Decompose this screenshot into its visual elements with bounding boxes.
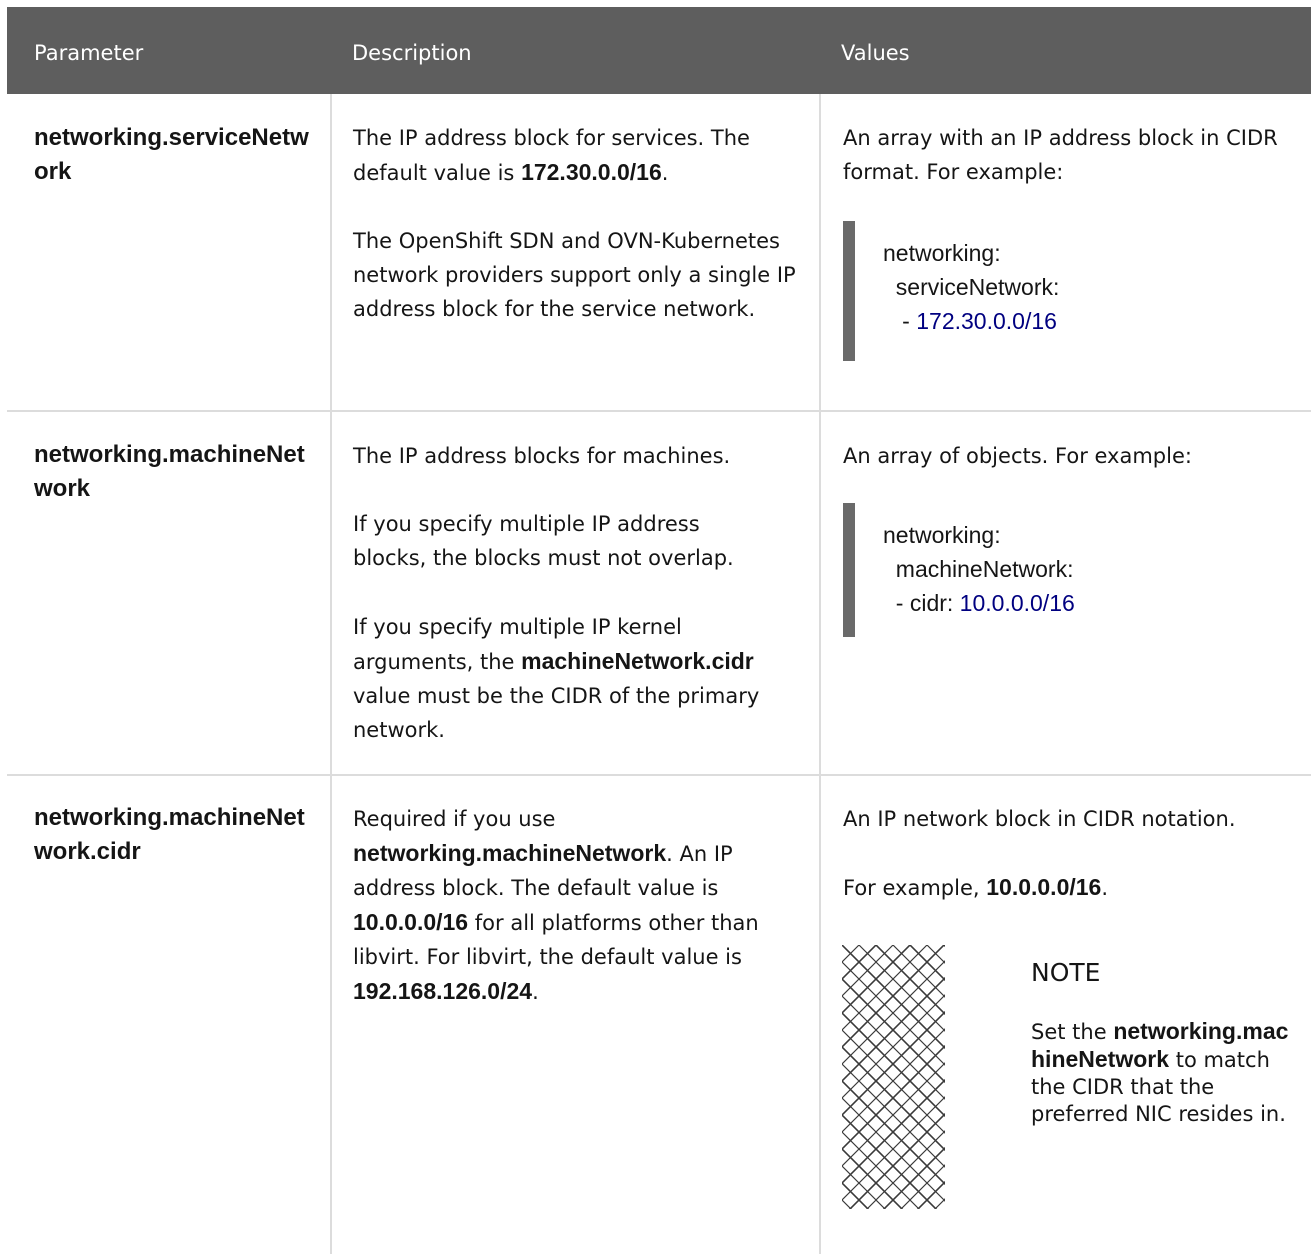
description-text: If you specify multiple IP address block… <box>353 512 734 570</box>
code-block: networking: serviceNetwork: - 172.30.0.0… <box>843 221 1059 361</box>
row-divider <box>7 774 1311 776</box>
description-text: If you specify multiple IP kernel argume… <box>353 615 760 742</box>
header-parameter: Parameter <box>34 41 144 65</box>
header-values: Values <box>841 41 910 65</box>
param-name: networking.machineNetwork <box>34 441 305 502</box>
header-description: Description <box>352 41 472 65</box>
values-text: An array of objects. For example: <box>843 444 1192 468</box>
note-body: Set the networking.machineNetwork to mat… <box>1031 1018 1289 1126</box>
description-text: The IP address blocks for machines. <box>353 444 731 468</box>
description-text: The IP address block for services. The d… <box>353 126 750 185</box>
table-header: Parameter Description Values <box>7 7 1311 94</box>
note-title: NOTE <box>1031 958 1101 987</box>
row-divider <box>7 410 1311 412</box>
description-text: The OpenShift SDN and OVN-Kubernetes net… <box>353 229 796 321</box>
values-text: An array with an IP address block in CID… <box>843 126 1278 184</box>
values-text: An IP network block in CIDR notation. <box>843 807 1236 831</box>
column-divider <box>330 94 332 1254</box>
description-text: Required if you use networking.machineNe… <box>353 807 759 1004</box>
parameters-table: Parameter Description Values networking.… <box>7 7 1311 1254</box>
param-name: networking.serviceNetwork <box>34 124 309 185</box>
values-text: For example, 10.0.0.0/16. <box>843 874 1109 900</box>
param-name: networking.machineNetwork.cidr <box>34 804 305 865</box>
column-divider <box>819 94 821 1254</box>
code-block: networking: machineNetwork: - cidr: 10.0… <box>843 503 1075 637</box>
note-pattern-icon <box>842 945 945 1209</box>
